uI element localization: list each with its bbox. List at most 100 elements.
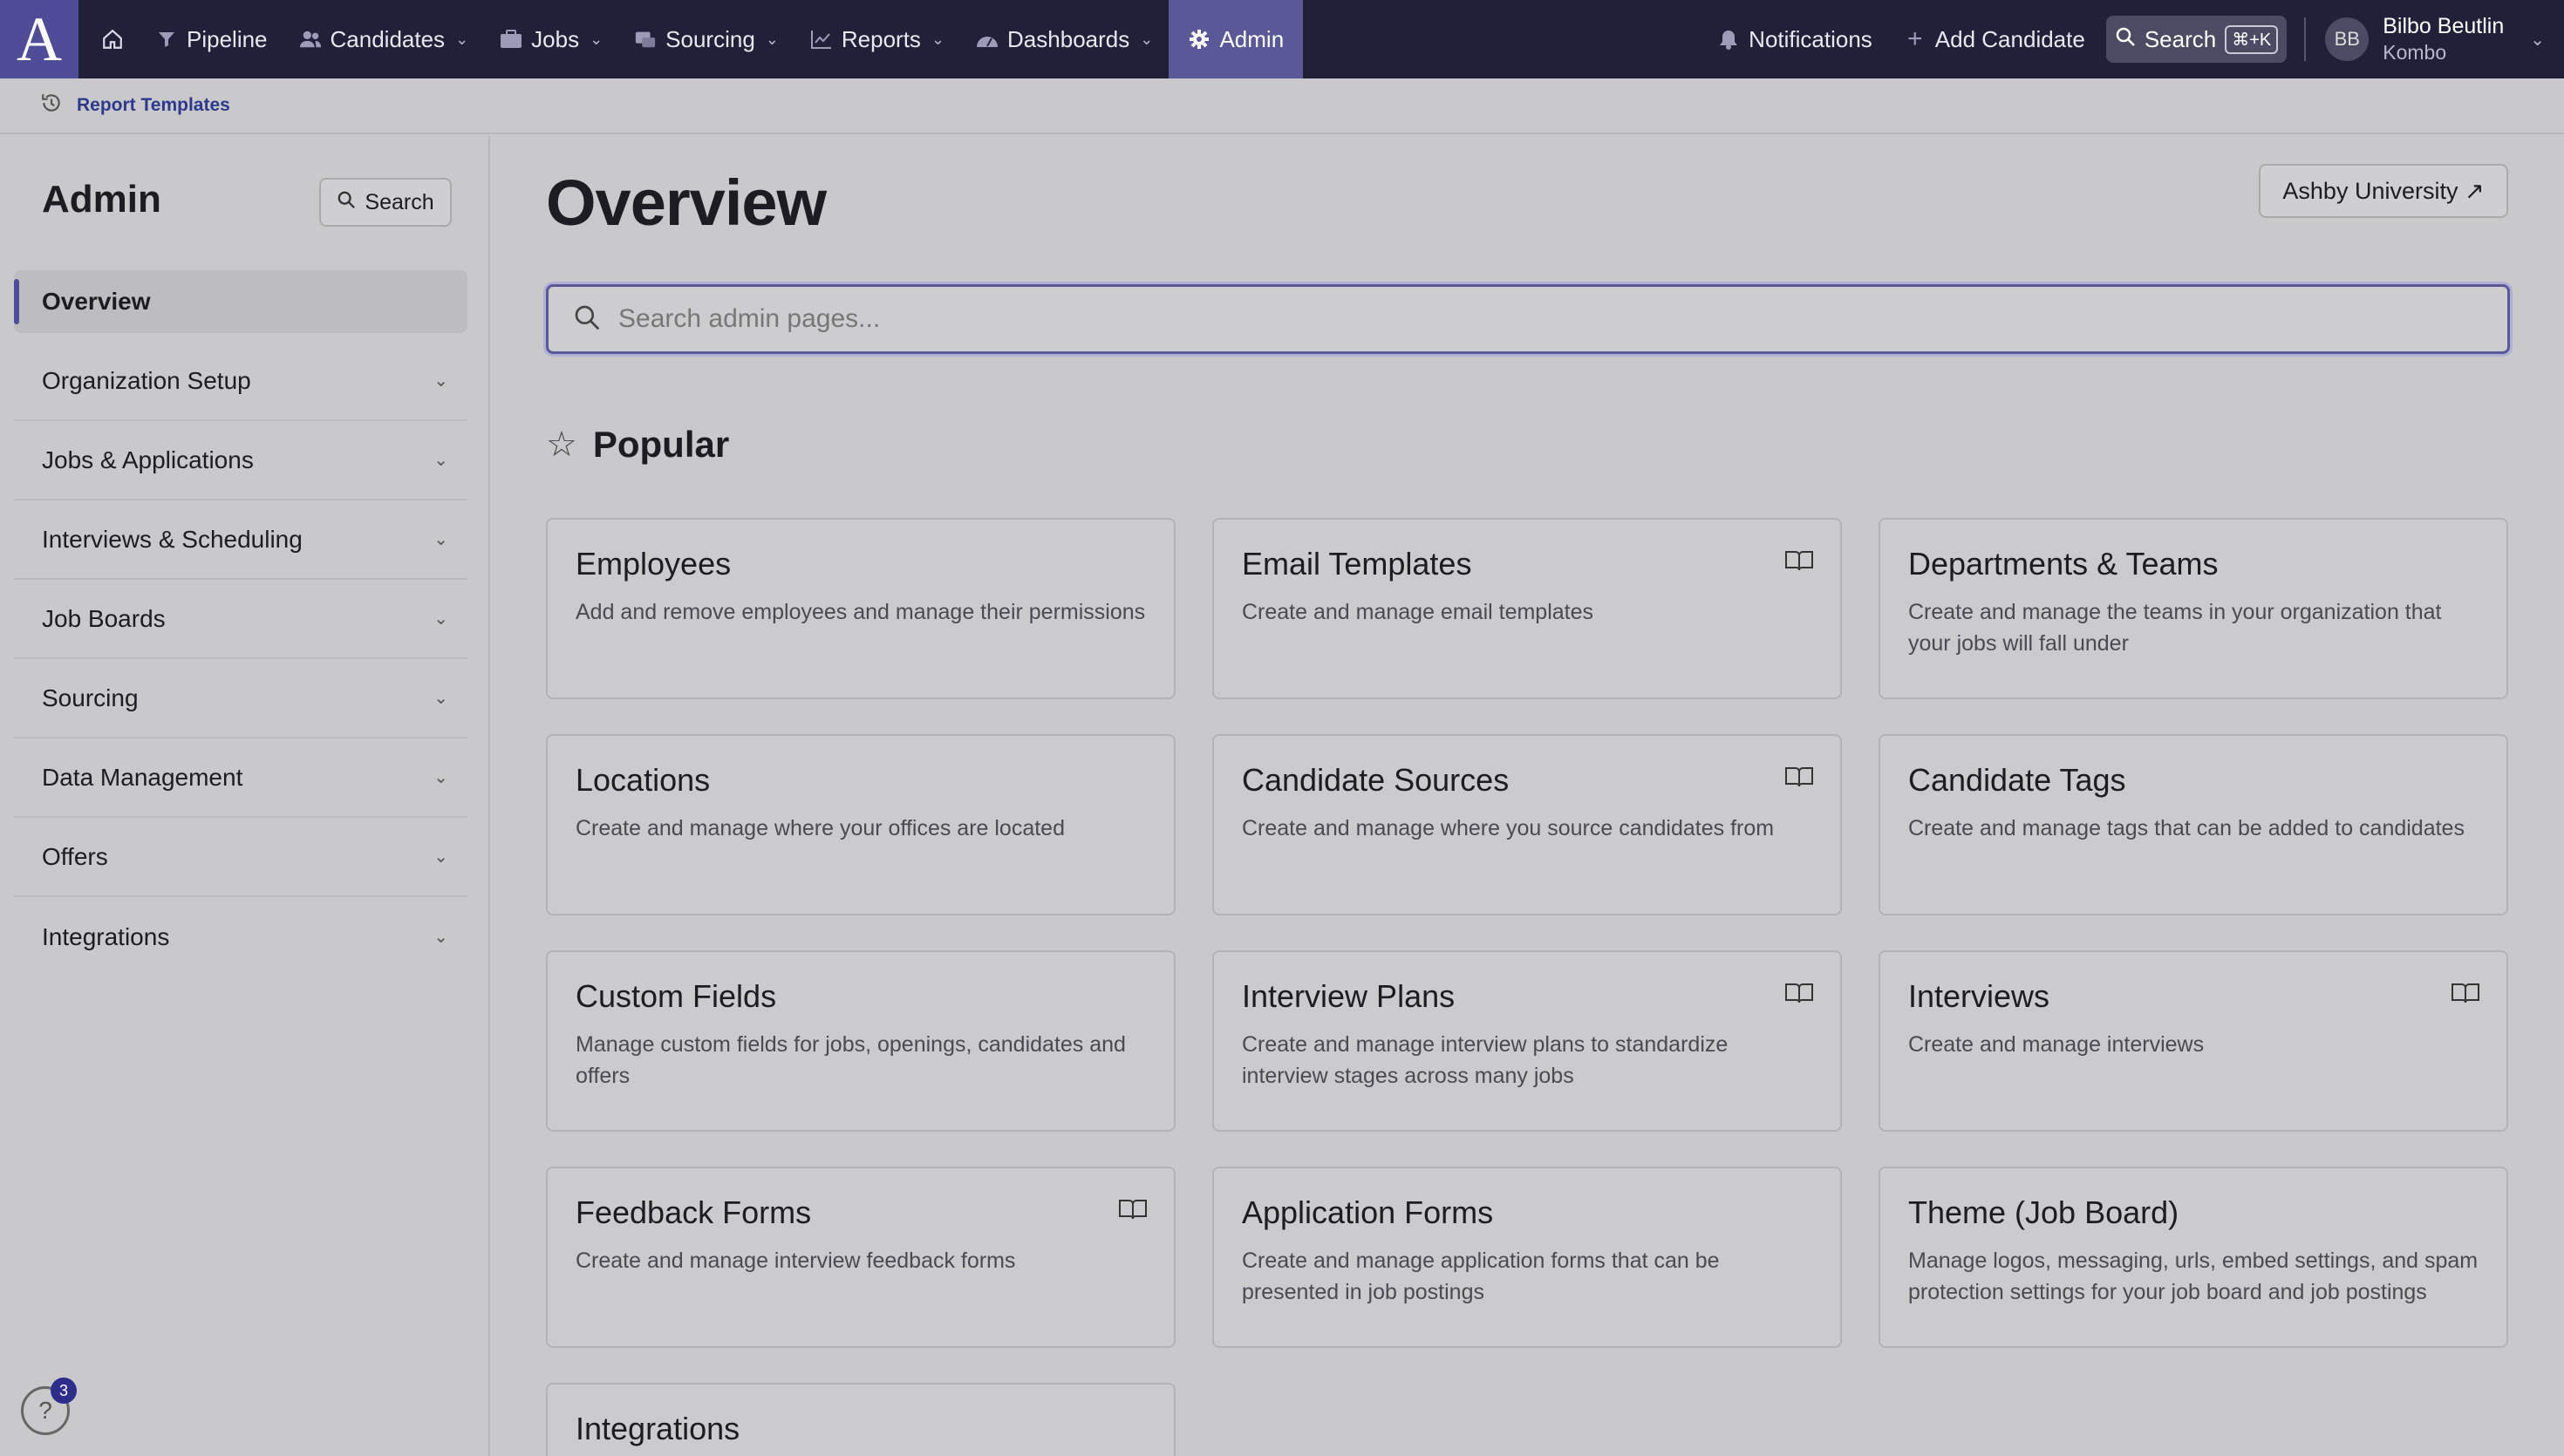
sidebar-item-label: Jobs & Applications [42, 446, 254, 473]
breadcrumb-link-report-templates[interactable]: Report Templates [77, 95, 230, 116]
popular-heading: ☆ Popular [546, 424, 729, 466]
chevron-down-icon: ⌄ [433, 451, 448, 470]
sidebar-item-data-management[interactable]: Data Management ⌄ [14, 738, 467, 818]
global-search-label: Search [2144, 25, 2217, 52]
nav-sourcing[interactable]: Sourcing ⌄ [618, 0, 794, 78]
sidebar-item-label: Organization Setup [42, 366, 251, 394]
card-description: Create and manage application forms that… [1242, 1248, 1720, 1304]
sidebar-title: Admin [42, 178, 161, 221]
card-title: Departments & Teams [1908, 546, 2219, 582]
card-description: Manage logos, messaging, urls, embed set… [1908, 1248, 2479, 1304]
search-icon [573, 303, 601, 336]
global-search-button[interactable]: Search ⌘+K [2105, 16, 2288, 63]
book-icon[interactable] [2451, 982, 2480, 1004]
star-icon: ☆ [546, 425, 577, 464]
notifications-label: Notifications [1749, 25, 1872, 52]
card-description: Create and manage email templates [1242, 600, 1594, 624]
nav-jobs[interactable]: Jobs ⌄ [484, 0, 618, 78]
card-description: Create and manage interviews [1908, 1032, 2205, 1057]
sidebar-item-offers[interactable]: Offers ⌄ [14, 818, 467, 897]
card-description: Manage custom fields for jobs, openings,… [576, 1032, 1126, 1088]
nav-pipeline-label: Pipeline [187, 25, 268, 52]
popular-cards-grid: Employees Add and remove employees and m… [546, 518, 2510, 1456]
card-title: Integrations [576, 1411, 740, 1446]
chevron-down-icon: ⌄ [1140, 30, 1154, 48]
filter-icon [155, 28, 178, 51]
card-title: Feedback Forms [576, 1194, 812, 1230]
card-interview-plans[interactable]: Interview Plans Create and manage interv… [1212, 950, 1842, 1132]
sidebar-item-jobs-applications[interactable]: Jobs & Applications ⌄ [14, 421, 467, 500]
chevron-down-icon: ⌄ [433, 847, 448, 867]
chart-icon [810, 28, 833, 51]
ashby-university-button[interactable]: Ashby University ↗ [2259, 164, 2508, 218]
users-icon [299, 28, 322, 51]
book-icon[interactable] [1784, 549, 1814, 572]
sidebar-item-sourcing[interactable]: Sourcing ⌄ [14, 659, 467, 738]
briefcase-icon [500, 28, 522, 51]
card-description: Create and manage interview plans to sta… [1242, 1032, 1729, 1088]
book-icon[interactable] [1784, 982, 1814, 1004]
shortcut-badge: ⌘+K [2225, 24, 2279, 54]
sidebar-item-label: Interviews & Scheduling [42, 525, 303, 553]
card-title: Custom Fields [576, 978, 777, 1014]
notifications-button[interactable]: Notifications [1701, 0, 1888, 78]
chevron-down-icon: ⌄ [765, 30, 779, 48]
sidebar-search-button[interactable]: Search [319, 178, 452, 227]
nav-admin[interactable]: Admin [1169, 0, 1304, 78]
chevron-down-icon: ⌄ [590, 30, 603, 48]
add-candidate-button[interactable]: + Add Candidate [1888, 0, 2101, 78]
chevron-down-icon[interactable]: ⌄ [2530, 29, 2545, 51]
home-icon [101, 28, 124, 51]
card-departments-teams[interactable]: Departments & Teams Create and manage th… [1879, 518, 2508, 699]
nav-dashboards[interactable]: Dashboards ⌄ [960, 0, 1169, 78]
gauge-icon [976, 28, 999, 51]
card-locations[interactable]: Locations Create and manage where your o… [546, 734, 1176, 915]
avatar[interactable]: BB [2325, 17, 2370, 61]
sidebar-item-organization-setup[interactable]: Organization Setup ⌄ [14, 342, 467, 421]
book-icon[interactable] [1784, 765, 1814, 788]
sidebar-item-integrations[interactable]: Integrations ⌄ [14, 897, 467, 976]
card-integrations[interactable]: Integrations [546, 1383, 1176, 1456]
card-employees[interactable]: Employees Add and remove employees and m… [546, 518, 1176, 699]
sidebar-item-job-boards[interactable]: Job Boards ⌄ [14, 580, 467, 659]
admin-sidebar: Admin Search Overview Organization Setup… [0, 136, 490, 1456]
gear-icon [1188, 28, 1210, 51]
admin-search-input[interactable] [618, 304, 2363, 334]
nav-candidates[interactable]: Candidates ⌄ [283, 0, 485, 78]
sidebar-item-overview[interactable]: Overview [14, 270, 467, 333]
chevron-down-icon: ⌄ [433, 530, 448, 549]
card-description: Create and manage the teams in your orga… [1908, 600, 2442, 656]
card-feedback-forms[interactable]: Feedback Forms Create and manage intervi… [546, 1167, 1176, 1348]
card-interviews[interactable]: Interviews Create and manage interviews [1879, 950, 2508, 1132]
chevron-down-icon: ⌄ [433, 768, 448, 787]
card-email-templates[interactable]: Email Templates Create and manage email … [1212, 518, 1842, 699]
card-application-forms[interactable]: Application Forms Create and manage appl… [1212, 1167, 1842, 1348]
card-theme-job-board[interactable]: Theme (Job Board) Manage logos, messagin… [1879, 1167, 2508, 1348]
card-candidate-tags[interactable]: Candidate Tags Create and manage tags th… [1879, 734, 2508, 915]
nav-candidates-label: Candidates [330, 25, 446, 52]
card-title: Employees [576, 546, 732, 582]
sidebar-item-label: Offers [42, 842, 108, 870]
sidebar-list: Overview Organization Setup ⌄ Jobs & Appl… [14, 270, 467, 976]
nav-pipeline[interactable]: Pipeline [140, 0, 283, 78]
app-logo[interactable]: A [0, 0, 78, 78]
search-icon [2115, 26, 2136, 53]
nav-reports[interactable]: Reports ⌄ [794, 0, 960, 78]
home-button[interactable] [78, 0, 140, 78]
sidebar-item-label: Overview [42, 288, 151, 315]
chevron-down-icon: ⌄ [931, 30, 945, 48]
help-badge: 3 [51, 1378, 77, 1404]
card-candidate-sources[interactable]: Candidate Sources Create and manage wher… [1212, 734, 1842, 915]
add-candidate-label: Add Candidate [1934, 25, 2085, 52]
card-title: Candidate Sources [1242, 762, 1510, 798]
card-custom-fields[interactable]: Custom Fields Manage custom fields for j… [546, 950, 1176, 1132]
book-icon[interactable] [1118, 1198, 1148, 1221]
nav-divider [2304, 17, 2307, 61]
sidebar-item-interviews-scheduling[interactable]: Interviews & Scheduling ⌄ [14, 500, 467, 580]
sourcing-icon [634, 28, 657, 51]
bell-icon [1717, 28, 1740, 51]
plus-icon: + [1907, 24, 1923, 53]
card-title: Theme (Job Board) [1908, 1194, 2179, 1230]
user-menu[interactable]: Bilbo Beutlin Kombo [2383, 13, 2504, 65]
card-description: Create and manage where your offices are… [576, 816, 1065, 840]
